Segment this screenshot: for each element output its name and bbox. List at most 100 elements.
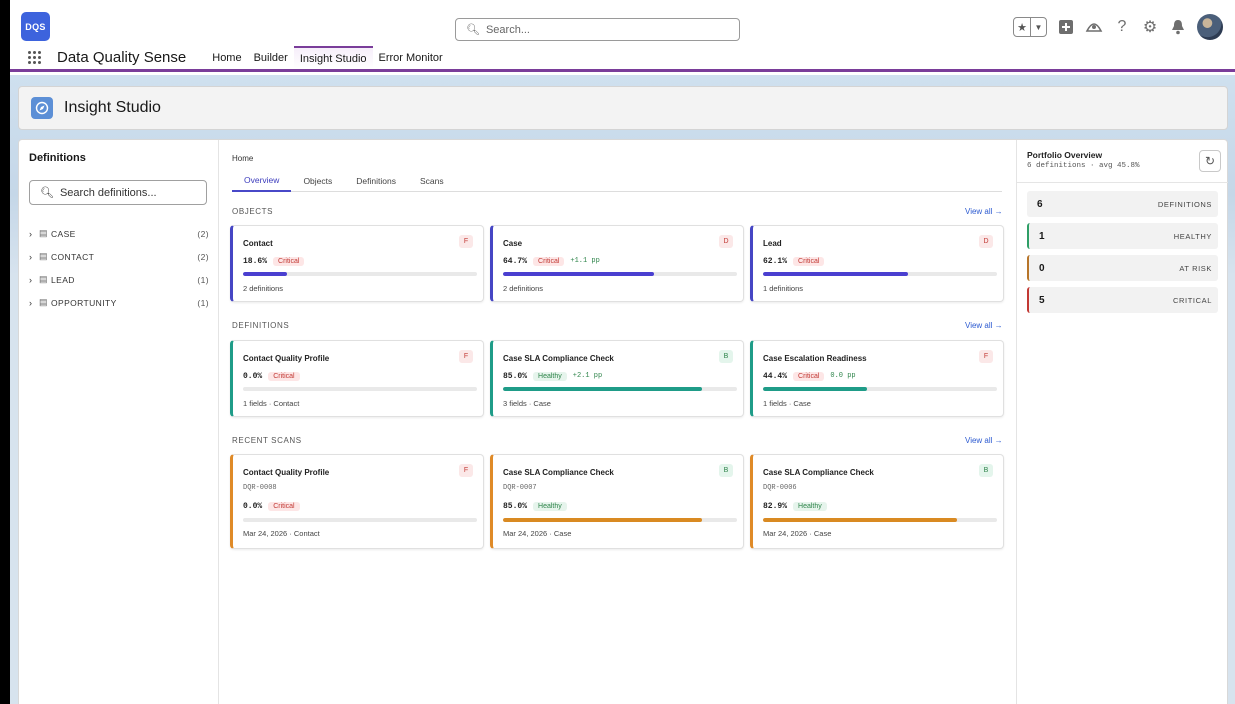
tab-overview[interactable]: Overview [232,170,292,192]
stat-label: HEALTHY [1173,231,1212,241]
nav-item-error-monitor[interactable]: Error Monitor [373,46,449,69]
user-avatar[interactable] [1197,14,1223,40]
grade-badge: F [979,350,993,363]
card-title: Lead [763,239,782,248]
chevron-right-icon[interactable]: › [29,252,39,262]
tab-scans[interactable]: Scans [408,170,456,192]
tree-item-opportunity[interactable]: › ▤ OPPORTUNITY (1) [29,291,209,314]
app-name: Data Quality Sense [57,49,187,66]
portfolio-subtitle: 6 definitions · avg 45.8% [1027,162,1140,170]
tab-objects[interactable]: Objects [291,170,344,192]
score-percent: 85.0% [503,371,528,381]
score-percent: 85.0% [503,501,528,511]
stat-critical: 5 CRITICAL [1027,287,1218,313]
definition-card[interactable]: Contact Quality Profile F 0.0% Critical … [230,340,484,417]
scan-card[interactable]: Contact Quality Profile F DQR-0008 0.0% … [230,454,484,549]
main-panel: Definitions 🔍︎ Search definitions... › ▤… [18,139,1228,704]
grade-badge: B [979,464,993,477]
card-stats: 44.4% Critical 0.0 pp [763,370,856,382]
grade-badge: B [719,350,733,363]
score-progress-bar [503,272,737,276]
portfolio-title: Portfolio Overview [1027,150,1103,160]
scans-view-all-link[interactable]: View all → [965,436,1003,445]
score-progress-bar [503,387,737,391]
tree-item-contact[interactable]: › ▤ CONTACT (2) [29,245,209,268]
portfolio-divider [1017,182,1228,183]
objects-view-all-link[interactable]: View all → [965,207,1003,216]
definitions-search-input[interactable]: 🔍︎ Search definitions... [29,180,207,205]
chevron-right-icon[interactable]: › [29,229,39,239]
grade-badge: F [459,235,473,248]
portfolio-overview-panel: Portfolio Overview 6 definitions · avg 4… [1016,140,1228,704]
card-footer: 1 definitions [763,284,804,293]
tree-item-count: (2) [197,228,209,239]
tree-item-label: CASE [51,228,76,239]
tree-item-count: (1) [197,274,209,285]
score-progress-bar [243,518,477,522]
nav-item-home[interactable]: Home [206,46,247,69]
card-stats: 85.0% Healthy +2.1 pp [503,370,602,382]
page-title: Insight Studio [64,99,161,116]
app-logo[interactable]: DQS [21,12,50,41]
page-header: Insight Studio [18,86,1228,130]
add-icon[interactable] [1057,18,1075,36]
scan-card[interactable]: Case SLA Compliance Check B DQR-0006 82.… [750,454,1004,549]
header-utility-icons: ★ ▼ ? ⚙ [1013,12,1223,42]
nav-item-insight-studio[interactable]: Insight Studio [293,46,373,69]
scan-card[interactable]: Case SLA Compliance Check B DQR-0007 85.… [490,454,744,549]
scan-id: DQR-0008 [243,484,277,492]
grade-badge: B [719,464,733,477]
status-badge: Critical [793,371,825,381]
stat-definitions: 6 DEFINITIONS [1027,191,1218,217]
object-card[interactable]: Case D 64.7% Critical +1.1 pp 2 definiti… [490,225,744,302]
favorites-group: ★ ▼ [1013,17,1047,37]
card-footer: 2 definitions [243,284,284,293]
section-label-definitions: DEFINITIONS [232,321,290,330]
window-left-edge [0,0,10,704]
status-badge: Healthy [533,371,567,381]
card-footer: 2 definitions [503,284,544,293]
tree-item-lead[interactable]: › ▤ LEAD (1) [29,268,209,291]
breadcrumb[interactable]: Home [232,154,253,163]
favorites-star-icon[interactable]: ★ [1014,18,1030,36]
chevron-right-icon[interactable]: › [29,298,39,308]
definition-card[interactable]: Case Escalation Readiness F 44.4% Critic… [750,340,1004,417]
score-delta: 0.0 pp [830,372,856,380]
global-search-input[interactable]: 🔍︎ Search... [455,18,740,41]
database-icon: ▤ [39,228,48,238]
stat-label: DEFINITIONS [1157,199,1212,209]
notifications-bell-icon[interactable] [1169,18,1187,36]
settings-icon[interactable]: ⚙ [1141,18,1159,36]
card-title: Contact Quality Profile [243,354,330,363]
app-launcher-icon[interactable] [28,50,42,65]
definitions-view-all-link[interactable]: View all → [965,321,1003,330]
card-title: Case Escalation Readiness [763,354,867,363]
score-percent: 44.4% [763,371,788,381]
tree-item-case[interactable]: › ▤ CASE (2) [29,222,209,245]
object-card[interactable]: Contact F 18.6% Critical 2 definitions [230,225,484,302]
score-percent: 18.6% [243,256,268,266]
object-card[interactable]: Lead D 62.1% Critical 1 definitions [750,225,1004,302]
scan-id: DQR-0006 [763,484,797,492]
card-footer: Mar 24, 2026 · Case [763,529,832,538]
tree-item-label: CONTACT [51,251,95,262]
card-stats: 18.6% Critical [243,255,305,267]
definition-card[interactable]: Case SLA Compliance Check B 85.0% Health… [490,340,744,417]
stat-value: 0 [1039,262,1045,274]
definitions-search-placeholder: Search definitions... [59,186,157,199]
trailhead-icon[interactable] [1085,18,1103,36]
status-badge: Critical [268,371,300,381]
grade-badge: F [459,464,473,477]
stat-label: CRITICAL [1173,295,1212,305]
favorites-dropdown-icon[interactable]: ▼ [1030,18,1046,36]
score-delta: +2.1 pp [572,372,603,380]
nav-item-builder[interactable]: Builder [248,46,294,69]
progress-fill [763,518,957,522]
card-title: Case [503,239,523,248]
card-stats: 0.0% Critical [243,370,300,382]
stat-value: 1 [1039,230,1045,242]
help-icon[interactable]: ? [1113,18,1131,36]
refresh-button[interactable]: ↻ [1199,150,1221,172]
tab-definitions[interactable]: Definitions [344,170,408,192]
chevron-right-icon[interactable]: › [29,275,39,285]
